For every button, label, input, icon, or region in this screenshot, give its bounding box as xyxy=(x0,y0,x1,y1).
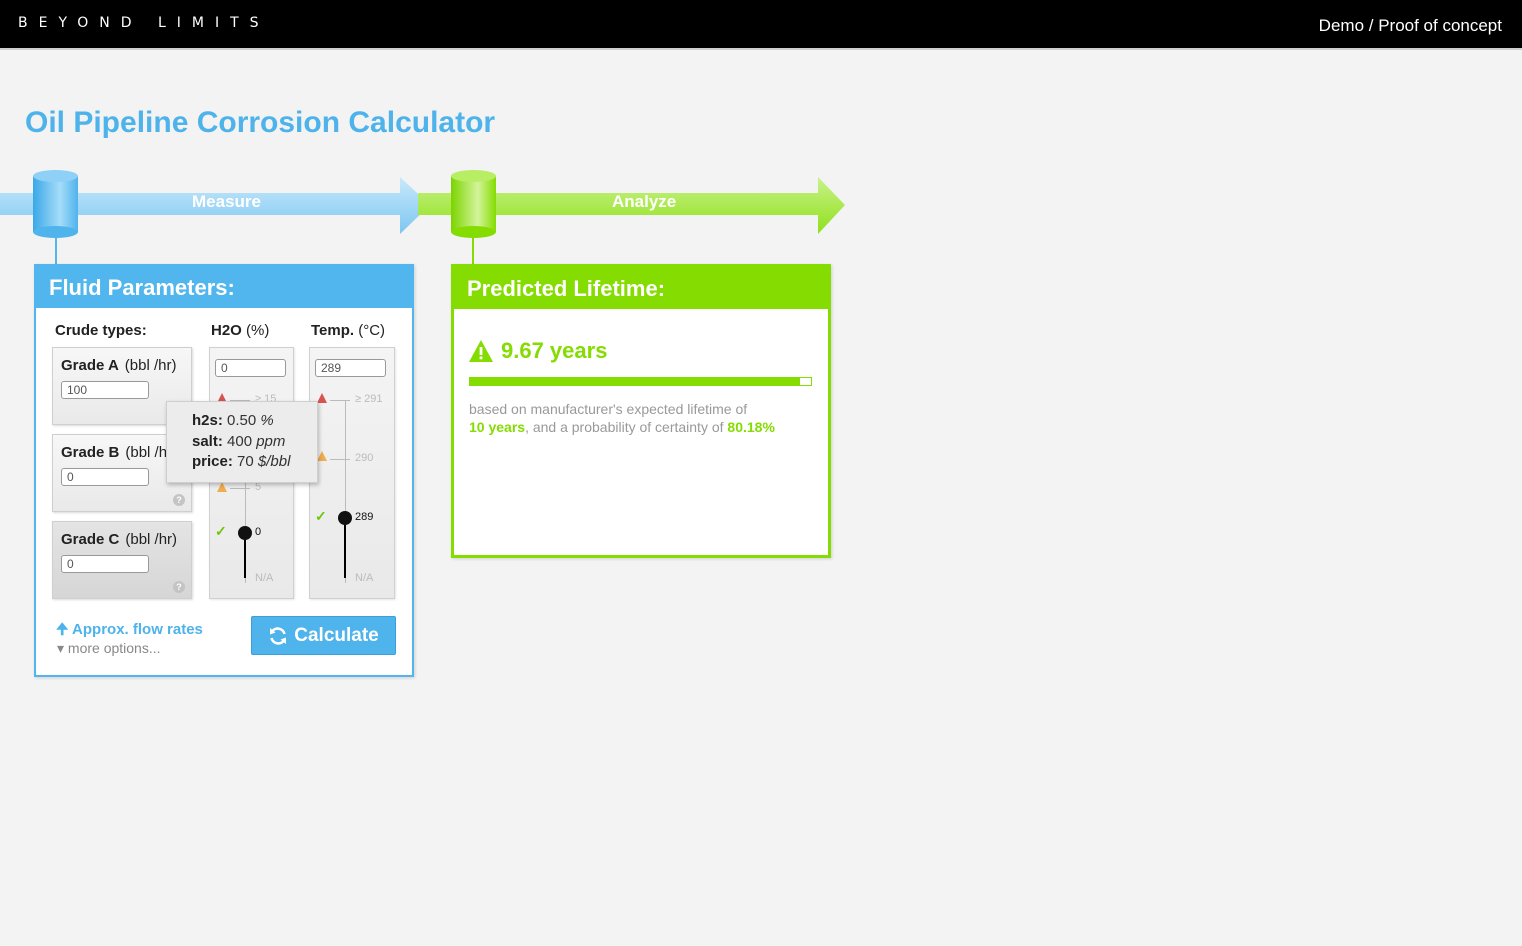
temp-current-label: 289 xyxy=(355,511,374,523)
salt-value: 400 xyxy=(227,432,253,450)
certainty-probability-value: 80.18% xyxy=(727,418,775,435)
h2s-label: h2s: xyxy=(192,412,223,429)
temp-slider-panel: ≥ 291 290 ✓ 289 N/A xyxy=(309,347,395,599)
grade-c-unit: (bbl /hr) xyxy=(125,531,178,548)
temp-header: Temp. (°C) xyxy=(311,322,385,339)
h2o-tick xyxy=(230,488,250,489)
grade-c-card[interactable]: Grade C (bbl /hr) ? xyxy=(52,521,192,599)
grade-b-label: Grade B (bbl /hr) xyxy=(61,444,177,461)
salt-unit: ppm xyxy=(256,432,286,450)
h2s-unit: % xyxy=(260,412,274,429)
grade-c-label: Grade C (bbl /hr) xyxy=(61,531,177,548)
temp-tick-label: N/A xyxy=(355,572,374,584)
h2s-value: 0.50 xyxy=(227,412,257,429)
tooltip-h2s-row: h2s: 0.50 % xyxy=(192,411,317,432)
crude-types-label: Crude types: xyxy=(55,322,147,339)
temp-tick xyxy=(330,459,350,460)
lifetime-value: 9.67 years xyxy=(501,338,608,363)
grade-b-flow-input[interactable] xyxy=(61,468,149,486)
fluid-parameters-title: Fluid Parameters: xyxy=(36,266,412,308)
temp-tick xyxy=(330,400,350,401)
h2o-tick-label: N/A xyxy=(255,572,274,584)
grade-a-unit: (bbl /hr) xyxy=(124,357,177,374)
approx-flow-rates-label: Approx. flow rates xyxy=(72,621,203,638)
analyze-connector xyxy=(472,237,474,265)
measure-step-label: Measure xyxy=(192,192,261,211)
salt-label: salt: xyxy=(192,432,223,450)
h2o-current-label: 0 xyxy=(255,526,262,538)
grade-c-flow-input[interactable] xyxy=(61,555,149,573)
ok-check-icon: ✓ xyxy=(315,508,327,524)
header-subtitle: Demo / Proof of concept xyxy=(1318,16,1502,35)
temp-label: Temp. xyxy=(311,322,355,339)
crude-types-header: Crude types: xyxy=(55,322,147,339)
temp-unit: (°C) xyxy=(358,322,386,339)
crude-properties-tooltip: h2s: 0.50 % salt: 400 ppm price: 70 $/bb… xyxy=(166,401,318,483)
grade-c-name: Grade C xyxy=(61,531,120,548)
lifetime-progress-fill xyxy=(470,378,800,385)
price-unit: $/bbl xyxy=(257,453,291,470)
lifetime-note: based on manufacturer's expected lifetim… xyxy=(469,401,814,436)
note-prefix: based on manufacturer's expected lifetim… xyxy=(469,401,748,417)
danger-warning-icon xyxy=(317,393,327,403)
caution-warning-icon xyxy=(317,451,327,461)
analyze-step-label: Analyze xyxy=(612,192,677,211)
price-label: price: xyxy=(192,453,233,470)
ok-check-icon: ✓ xyxy=(215,523,227,539)
grade-b-name: Grade B xyxy=(61,444,120,461)
expected-lifetime-value: 10 years xyxy=(469,418,526,435)
warning-icon xyxy=(469,340,493,362)
tooltip-salt-row: salt: 400 ppm xyxy=(192,432,317,453)
temp-tick-label: 290 xyxy=(355,452,374,464)
refresh-icon xyxy=(270,626,287,645)
temp-tick-label: ≥ 291 xyxy=(355,393,383,405)
note-mid: , and a probability of certainty of xyxy=(525,418,724,435)
grade-a-name: Grade A xyxy=(61,357,119,374)
h2o-unit: (%) xyxy=(246,322,270,339)
lifetime-result: 9.67 years xyxy=(469,338,607,364)
help-icon[interactable]: ? xyxy=(173,494,185,506)
calculate-button[interactable]: Calculate xyxy=(251,616,396,655)
h2o-label: H2O xyxy=(211,322,242,339)
grade-a-label: Grade A (bbl /hr) xyxy=(61,357,176,374)
help-icon[interactable]: ? xyxy=(173,581,185,593)
arrow-up-icon: 🠉 xyxy=(56,621,69,638)
top-bar: BEYOND LIMITS Demo / Proof of concept xyxy=(0,0,1522,50)
predicted-lifetime-title: Predicted Lifetime: xyxy=(454,267,828,309)
calculate-label: Calculate xyxy=(294,624,379,646)
price-value: 70 xyxy=(237,453,254,470)
tooltip-price-row: price: 70 $/bbl xyxy=(192,452,317,473)
lifetime-progress-bar xyxy=(469,377,812,386)
brand-text: BEYOND LIMITS xyxy=(18,15,270,31)
temp-slider-fill xyxy=(344,518,346,578)
caution-warning-icon xyxy=(217,482,227,492)
page-title: Oil Pipeline Corrosion Calculator xyxy=(25,106,496,139)
more-options-toggle[interactable]: ▾ more options... xyxy=(57,640,161,657)
grade-a-flow-input[interactable] xyxy=(61,381,149,399)
measure-connector xyxy=(55,237,57,265)
h2o-input[interactable] xyxy=(215,359,286,377)
h2o-header: H2O (%) xyxy=(211,322,269,339)
temp-input[interactable] xyxy=(315,359,386,377)
temp-slider-knob[interactable] xyxy=(338,511,352,525)
brand-logo[interactable]: BEYOND LIMITS xyxy=(18,15,270,31)
h2o-slider-knob[interactable] xyxy=(238,526,252,540)
